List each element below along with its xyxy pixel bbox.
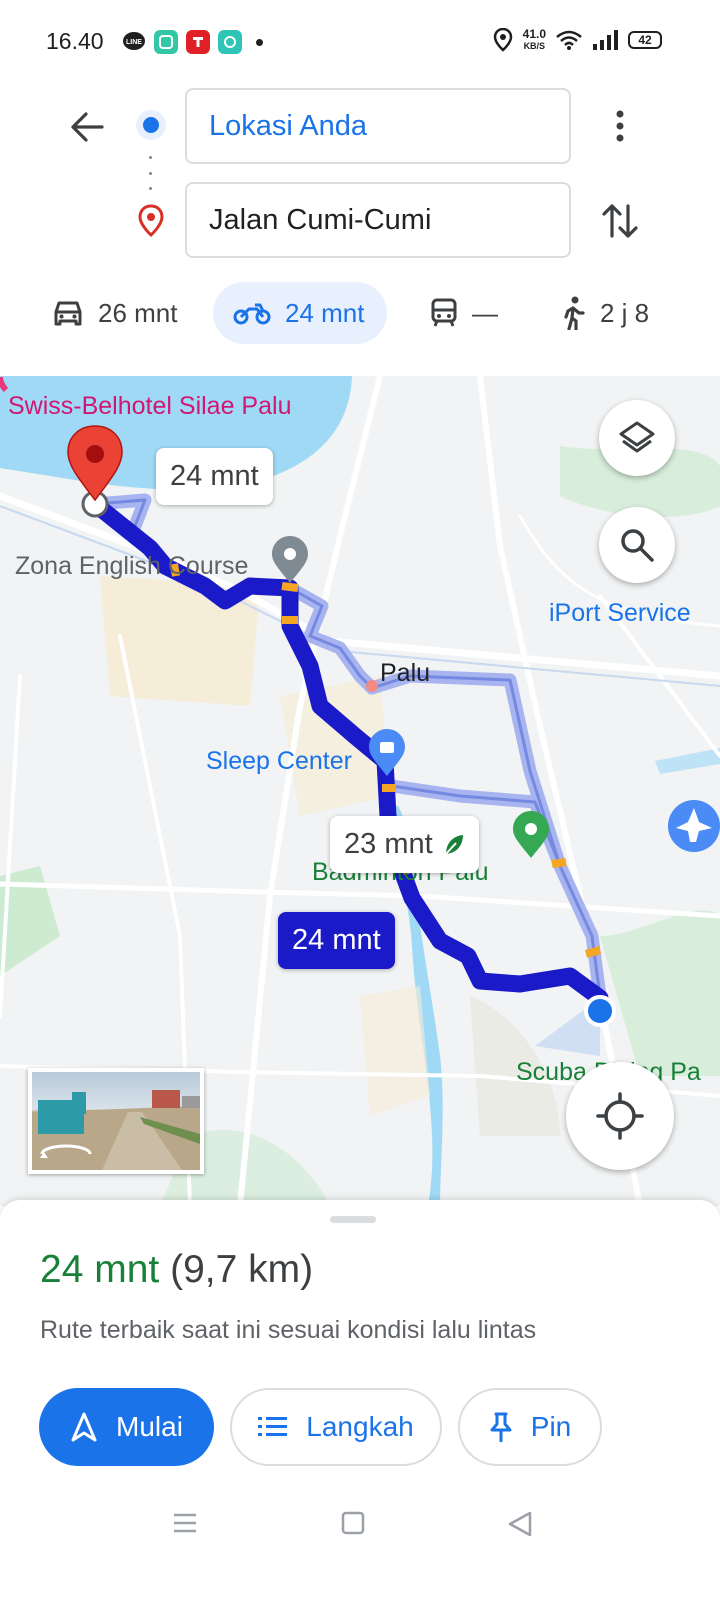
origin-input[interactable]: Lokasi Anda	[185, 88, 571, 164]
origin-dot-icon	[136, 110, 166, 140]
line-icon: LINE	[122, 30, 146, 54]
chat-app-icon	[218, 30, 242, 54]
directions-header: Lokasi Anda Jalan Cumi-Cumi 26 mnt 24 mn…	[0, 80, 720, 376]
swap-vert-icon	[602, 204, 638, 238]
system-navigation-bar	[0, 1500, 720, 1600]
my-location-button[interactable]	[566, 1062, 674, 1170]
eta-bubble-destination[interactable]: 24 mnt	[156, 448, 273, 505]
navigation-arrow-icon	[71, 1412, 97, 1442]
back-button[interactable]	[62, 102, 112, 152]
walk-icon	[564, 296, 585, 330]
pin-button[interactable]: Pin	[458, 1388, 602, 1466]
eco-leaf-icon	[444, 834, 463, 855]
list-icon	[258, 1417, 288, 1436]
status-time: 16.40	[46, 28, 104, 54]
place-label-course[interactable]: Zona English Course	[15, 552, 248, 581]
sheet-drag-handle[interactable]	[330, 1216, 376, 1223]
tab-motorcycle[interactable]: 24 mnt	[213, 282, 387, 344]
battery-icon: 42	[628, 31, 662, 49]
eta-selected-label: 24 mnt	[292, 924, 381, 956]
pin-icon	[490, 1412, 512, 1442]
start-label: Mulai	[116, 1411, 183, 1442]
eta-bubble-alternative[interactable]: 23 mnt	[330, 816, 479, 873]
net-speed-value: 41.0	[522, 27, 546, 41]
home-key-icon[interactable]	[341, 1510, 365, 1536]
system-indicators: 41.0 KB/S 42	[493, 28, 662, 52]
maps-directions-screen: 16.40 LINE 41.0 KB/S 42 Lokasi Anda Jala…	[0, 0, 720, 1600]
layers-button[interactable]	[599, 400, 675, 476]
place-label-iport[interactable]: iPort Service	[549, 599, 691, 628]
layers-icon	[619, 421, 655, 453]
steps-button[interactable]: Langkah	[230, 1388, 442, 1466]
svg-text:LINE: LINE	[126, 39, 142, 46]
transit-icon	[431, 298, 457, 327]
transit-duration: —	[472, 297, 498, 328]
network-speed: 41.0 KB/S	[523, 28, 546, 52]
more-notifications-dot-icon	[256, 38, 263, 46]
motorcycle-icon	[233, 303, 271, 325]
street-view-image	[32, 1090, 200, 1170]
destination-input[interactable]: Jalan Cumi-Cumi	[185, 182, 571, 258]
car-duration: 26 mnt	[98, 297, 178, 328]
tab-walk[interactable]: 2 j 8	[560, 282, 649, 344]
travel-mode-tabs: 26 mnt 24 mnt — 2 j 8	[0, 282, 720, 344]
net-speed-unit: KB/S	[523, 41, 546, 51]
telkomsel-icon	[186, 30, 210, 54]
location-icon	[493, 28, 512, 52]
tab-car[interactable]: 26 mnt	[52, 282, 178, 344]
signal-icon	[593, 30, 618, 50]
arrow-back-icon	[71, 112, 104, 142]
gallery-app-icon	[154, 30, 178, 54]
walk-duration: 2 j 8	[600, 297, 650, 328]
search-icon	[621, 529, 654, 562]
swap-directions-button[interactable]	[598, 198, 644, 244]
car-icon	[54, 301, 82, 326]
back-key-icon[interactable]	[506, 1510, 534, 1538]
start-navigation-button[interactable]: Mulai	[39, 1388, 214, 1466]
route-distance: (9,7 km)	[170, 1248, 314, 1291]
eta-destination-label: 24 mnt	[170, 460, 259, 492]
route-duration: 24 mnt	[40, 1248, 160, 1291]
notification-icons: LINE	[122, 30, 263, 54]
steps-label: Langkah	[306, 1411, 414, 1442]
tab-transit[interactable]: —	[430, 282, 498, 344]
search-along-route-button[interactable]	[599, 507, 675, 583]
route-summary: 24 mnt (9,7 km)	[40, 1248, 313, 1292]
place-label-palu[interactable]: Palu	[380, 659, 430, 688]
menu-key-icon[interactable]	[172, 1510, 198, 1536]
eta-bubble-selected[interactable]: 24 mnt	[278, 912, 395, 969]
pin-label: Pin	[530, 1411, 572, 1442]
route-dots-connector	[149, 156, 153, 190]
eta-alternative-label: 23 mnt	[344, 828, 433, 860]
map-view[interactable]: Swiss-Belhotel Silae Palu Zona English C…	[0, 376, 720, 1206]
place-label-sleep-center[interactable]: Sleep Center	[206, 747, 352, 776]
route-description: Rute terbaik saat ini sesuai kondisi lal…	[40, 1316, 537, 1344]
place-label-hotel[interactable]: Swiss-Belhotel Silae Palu	[8, 392, 291, 421]
wifi-icon	[556, 30, 582, 50]
more-vert-icon	[616, 110, 624, 142]
my-location-icon	[596, 1092, 644, 1140]
more-options-button[interactable]	[605, 104, 635, 148]
destination-pin-icon	[136, 204, 166, 243]
street-view-thumbnail[interactable]	[28, 1068, 204, 1174]
status-bar: 16.40 LINE 41.0 KB/S 42	[0, 0, 720, 80]
motorcycle-duration: 24 mnt	[285, 297, 365, 328]
